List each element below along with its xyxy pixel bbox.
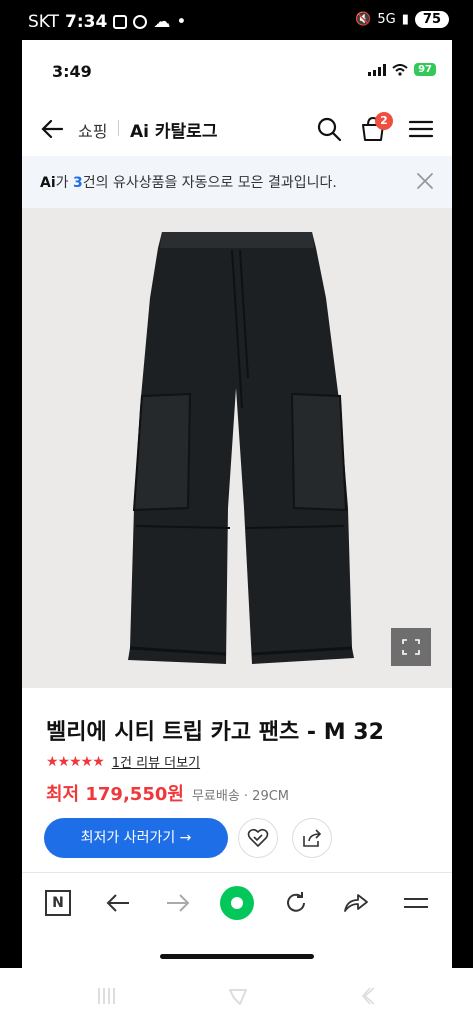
close-icon[interactable] (414, 170, 436, 192)
hamburger-icon (404, 898, 428, 908)
price-row: 최저 179,550원 무료배송 · 29CM (46, 780, 289, 806)
browser-toolbar: N (22, 872, 452, 932)
green-dot-button[interactable] (219, 885, 255, 921)
forward-icon (167, 894, 190, 912)
cloud-icon: ☁ (153, 12, 171, 32)
mute-icon: 🔇 (355, 12, 372, 27)
star-rating: ★★★★★ (46, 753, 105, 770)
nav-divider (118, 120, 119, 136)
wifi-icon (392, 63, 408, 76)
lowest-price: 최저 179,550원 (46, 784, 184, 805)
browser-menu-button[interactable] (398, 885, 434, 921)
fullscreen-icon (402, 639, 420, 655)
review-link[interactable]: 1건 리뷰 더보기 (112, 752, 200, 771)
notification-icon (113, 15, 128, 29)
talk-icon (133, 15, 148, 29)
home-indicator[interactable] (160, 954, 314, 959)
carrier-label: SKT (28, 12, 60, 32)
shopping-link[interactable]: 쇼핑 (78, 118, 107, 142)
dot-icon: • (176, 12, 187, 32)
browser-back-button[interactable] (100, 885, 136, 921)
ai-result-banner: Ai가 3건의 유사상품을 자동으로 모은 결과입니다. (22, 156, 452, 208)
browser-forward-button[interactable] (160, 885, 196, 921)
ai-banner-text: Ai가 3건의 유사상품을 자동으로 모은 결과입니다. (40, 175, 337, 191)
cart-count-badge: 2 (375, 112, 393, 130)
share-arrow-icon (344, 894, 368, 912)
back-icon (106, 894, 129, 912)
product-title: 벨리에 시티 트립 카고 팬츠 - M 32 (46, 720, 384, 745)
product-image[interactable] (22, 208, 452, 688)
rating-row: ★★★★★ 1건 리뷰 더보기 (46, 752, 200, 772)
green-dot-icon (220, 886, 254, 920)
expand-button[interactable] (391, 628, 431, 666)
inner-clock: 3:49 (52, 62, 92, 81)
share-icon (303, 829, 322, 847)
clock: 7:34 (65, 12, 108, 32)
signal-icon: ▮ (401, 12, 409, 27)
battery-icon: 75 (414, 11, 449, 28)
menu-icon[interactable] (406, 114, 436, 144)
search-icon[interactable] (314, 114, 344, 144)
top-navigation: 쇼핑 Ai 카탈로그 2 (22, 108, 452, 152)
cargo-pants-image (128, 232, 354, 664)
cellular-icon (368, 63, 387, 76)
share-button[interactable] (292, 818, 332, 858)
back-arrow-icon[interactable] (40, 116, 66, 142)
system-navigation-bar (0, 968, 473, 1024)
page-title: Ai 카탈로그 (130, 122, 218, 142)
inner-battery-icon: 97 (414, 63, 436, 76)
home-icon[interactable] (226, 984, 250, 1008)
heart-check-icon (247, 828, 269, 847)
shipping-info: 무료배송 · 29CM (191, 789, 290, 804)
buy-lowest-button[interactable]: 최저가 사러가기 → (44, 818, 228, 858)
inner-status-bar: 3:49 97 (22, 40, 452, 100)
naver-home-button[interactable]: N (40, 885, 76, 921)
refresh-button[interactable] (278, 885, 314, 921)
refresh-icon (287, 892, 305, 912)
phone-screen: 3:49 97 쇼핑 Ai 카탈로그 2 Ai가 3건의 유사상품을 자동으로 … (22, 40, 452, 968)
system-status-bar: SKT 7:34 ☁ • 🔇 5G ▮ 75 (0, 0, 473, 40)
browser-share-button[interactable] (338, 885, 374, 921)
naver-n-icon: N (45, 890, 71, 916)
recent-apps-icon[interactable] (96, 986, 116, 1006)
system-back-icon[interactable] (362, 986, 376, 1006)
signal-5g-icon: 5G (377, 12, 396, 27)
wishlist-button[interactable] (238, 818, 278, 858)
